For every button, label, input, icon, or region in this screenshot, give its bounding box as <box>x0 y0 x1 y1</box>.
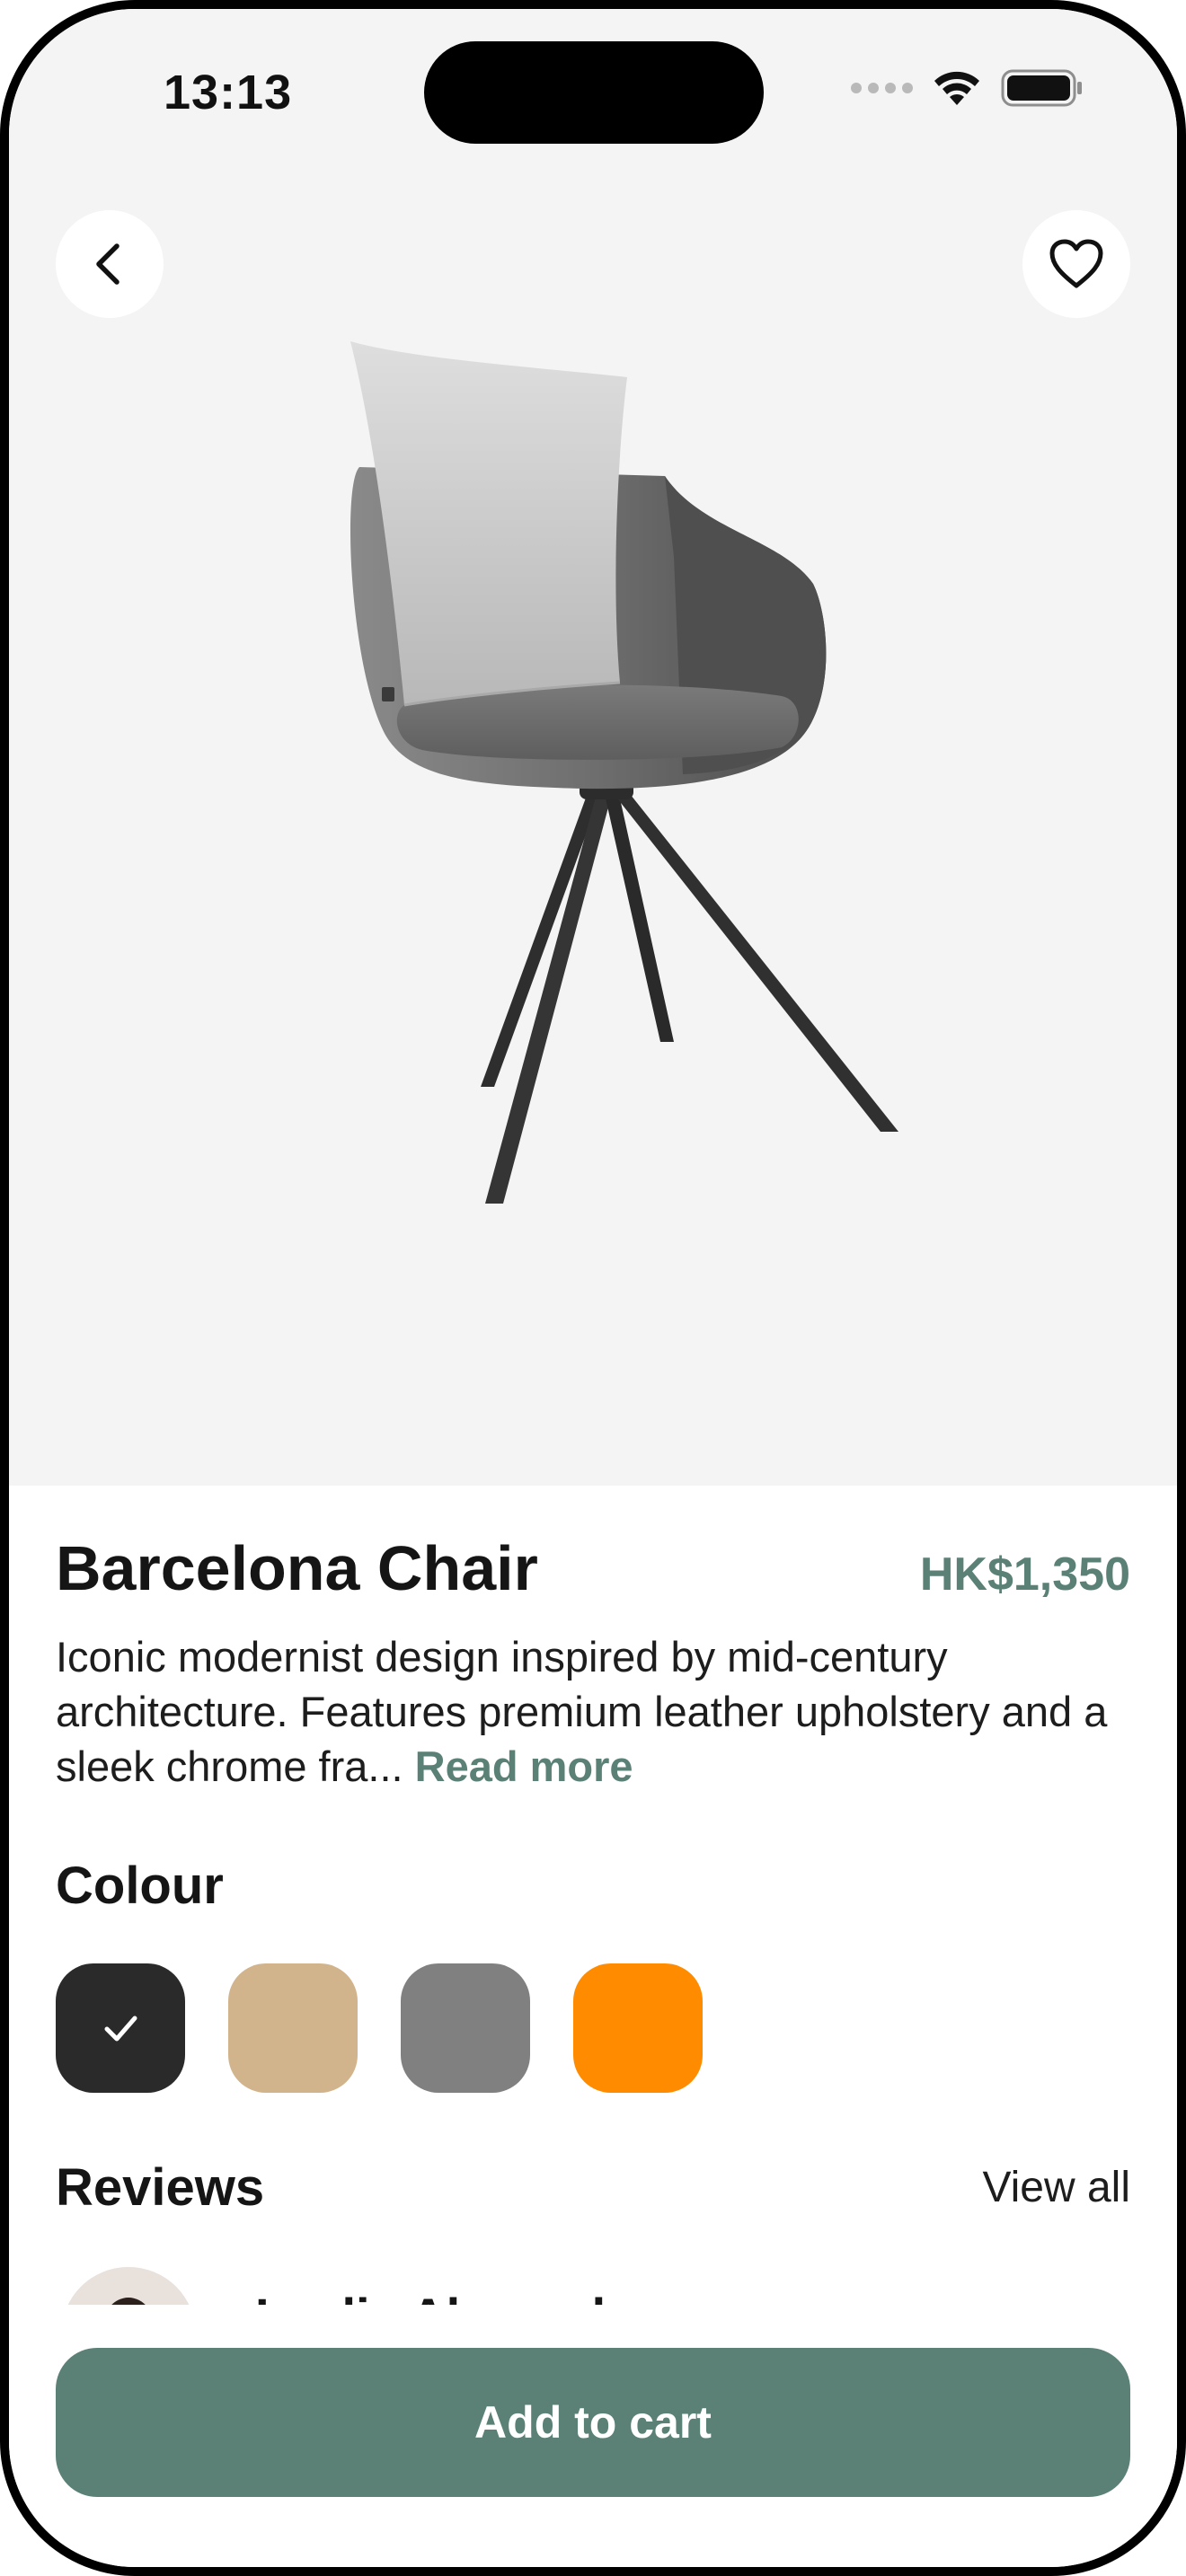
reviews-heading: Reviews <box>56 2158 265 2217</box>
colour-heading: Colour <box>56 1857 224 1915</box>
battery-icon <box>1001 69 1082 107</box>
favorite-button[interactable] <box>1022 210 1130 318</box>
swatch-black[interactable] <box>56 1963 185 2093</box>
add-to-cart-button[interactable]: Add to cart <box>56 2348 1130 2497</box>
swatch-tan[interactable] <box>228 1963 358 2093</box>
title-row: Barcelona Chair HK$1,350 <box>56 1532 1130 1604</box>
cellular-signal-icon <box>851 83 913 93</box>
reviews-header: Reviews View all <box>56 2157 1130 2218</box>
colour-swatches <box>56 1963 703 2093</box>
product-price: HK$1,350 <box>919 1548 1130 1601</box>
wifi-icon <box>934 71 979 105</box>
status-icons <box>851 68 1084 108</box>
phone-screen: 13:13 Barcelona Chair HK$1,350 Iconic mo… <box>0 0 1186 2576</box>
dynamic-island <box>424 41 764 144</box>
heart-outline-icon <box>1049 239 1103 288</box>
checkmark-icon <box>104 2016 137 2042</box>
bottom-action-bar: Add to cart <box>9 2305 1177 2567</box>
view-all-reviews-link[interactable]: View all <box>982 2163 1130 2212</box>
status-time: 13:13 <box>164 66 293 119</box>
chevron-left-icon <box>96 243 119 285</box>
read-more-link[interactable]: Read more <box>415 1742 633 1790</box>
product-image <box>350 341 898 1204</box>
product-description: Iconic modernist design inspired by mid-… <box>56 1629 1130 1794</box>
swatch-orange[interactable] <box>573 1963 703 2093</box>
status-bar: 13:13 <box>9 9 1177 180</box>
swatch-grey[interactable] <box>401 1963 530 2093</box>
back-button[interactable] <box>56 210 164 318</box>
product-title: Barcelona Chair <box>56 1533 538 1603</box>
product-hero: 13:13 <box>9 9 1177 1486</box>
